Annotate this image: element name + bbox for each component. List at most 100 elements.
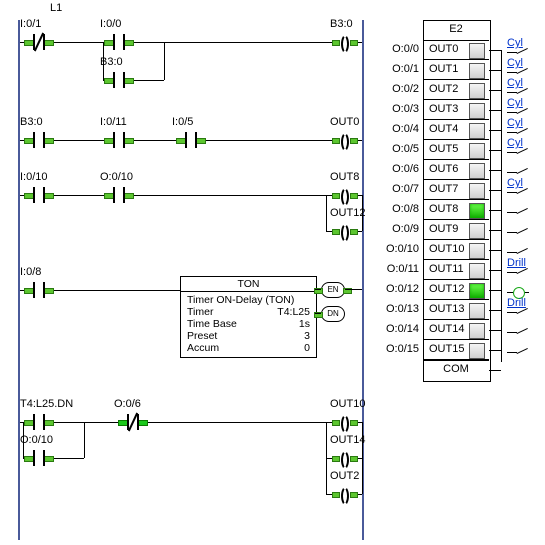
no-contact[interactable] bbox=[176, 130, 206, 150]
contact-addr: I:0/8 bbox=[20, 266, 41, 278]
contact-addr: B3:0 bbox=[100, 56, 123, 68]
device-symbol bbox=[507, 306, 529, 320]
wire bbox=[489, 150, 501, 151]
wire bbox=[501, 210, 502, 230]
wire bbox=[489, 310, 501, 311]
wire bbox=[501, 130, 502, 150]
output-addr: O:0/9 bbox=[375, 223, 419, 235]
output-row[interactable]: OUT5 bbox=[423, 140, 489, 160]
contact-addr: I:0/11 bbox=[100, 116, 127, 128]
output-coil[interactable] bbox=[332, 32, 358, 52]
output-row[interactable]: OUT7 bbox=[423, 180, 489, 200]
wire bbox=[489, 90, 501, 91]
wire bbox=[54, 140, 104, 141]
wire bbox=[489, 70, 501, 71]
output-addr: O:0/0 bbox=[375, 43, 419, 55]
output-coil[interactable] bbox=[332, 484, 358, 504]
wire bbox=[501, 110, 502, 130]
wire bbox=[501, 330, 502, 350]
output-addr: O:0/1 bbox=[375, 63, 419, 75]
wire bbox=[489, 290, 501, 291]
output-coil[interactable] bbox=[332, 185, 358, 205]
contact-addr: T4:L25.DN bbox=[20, 398, 73, 410]
nc-contact[interactable] bbox=[118, 412, 148, 432]
wire bbox=[489, 110, 501, 111]
rail-label: L1 bbox=[50, 2, 62, 14]
output-row[interactable]: OUT1 bbox=[423, 60, 489, 80]
status-lamp bbox=[469, 103, 485, 119]
wire bbox=[20, 42, 24, 43]
output-addr: O:0/12 bbox=[375, 283, 419, 295]
output-row[interactable]: OUT15 bbox=[423, 340, 489, 360]
no-contact[interactable] bbox=[104, 32, 134, 52]
output-row[interactable]: OUT10 bbox=[423, 240, 489, 260]
wire bbox=[489, 370, 501, 371]
wire bbox=[489, 350, 501, 351]
status-lamp bbox=[469, 283, 485, 299]
output-row[interactable]: OUT4 bbox=[423, 120, 489, 140]
coil-addr: OUT0 bbox=[330, 116, 359, 128]
status-lamp bbox=[469, 163, 485, 179]
wire bbox=[501, 290, 502, 310]
output-row[interactable]: OUT2 bbox=[423, 80, 489, 100]
output-row[interactable]: OUT11 bbox=[423, 260, 489, 280]
wire bbox=[84, 422, 85, 458]
contact-addr: I:0/0 bbox=[100, 18, 121, 30]
output-coil[interactable] bbox=[332, 448, 358, 468]
contact-addr: I:0/5 bbox=[172, 116, 193, 128]
output-addr: O:0/10 bbox=[375, 243, 419, 255]
no-contact[interactable] bbox=[104, 185, 134, 205]
wire bbox=[501, 190, 502, 210]
output-row[interactable]: OUT12 bbox=[423, 280, 489, 300]
no-contact[interactable] bbox=[104, 130, 134, 150]
wire bbox=[489, 190, 501, 191]
output-row[interactable]: OUT0 bbox=[423, 40, 489, 60]
status-lamp bbox=[469, 303, 485, 319]
no-contact[interactable] bbox=[24, 185, 54, 205]
no-contact[interactable] bbox=[24, 412, 54, 432]
status-lamp bbox=[469, 223, 485, 239]
nc-contact[interactable] bbox=[24, 32, 54, 52]
output-row[interactable]: OUT6 bbox=[423, 160, 489, 180]
status-lamp bbox=[469, 63, 485, 79]
output-coil[interactable] bbox=[332, 130, 358, 150]
card-title: E2 bbox=[423, 23, 489, 35]
device-symbol bbox=[507, 326, 529, 340]
wire bbox=[358, 494, 362, 495]
wire bbox=[358, 231, 362, 232]
coil-addr: B3:0 bbox=[330, 18, 353, 30]
wire bbox=[345, 289, 362, 290]
wire bbox=[358, 140, 362, 141]
wire bbox=[489, 330, 501, 331]
ton-instruction[interactable]: TONTimer ON-Delay (TON)TimerT4:L25Time B… bbox=[180, 276, 317, 358]
device-symbol bbox=[507, 206, 529, 220]
wire bbox=[20, 290, 24, 291]
status-lamp bbox=[469, 263, 485, 279]
wire bbox=[489, 230, 501, 231]
output-row[interactable]: OUT3 bbox=[423, 100, 489, 120]
output-row[interactable]: OUT9 bbox=[423, 220, 489, 240]
coil-addr: OUT14 bbox=[330, 434, 365, 446]
no-contact[interactable] bbox=[104, 70, 134, 90]
wire bbox=[501, 270, 502, 290]
no-contact[interactable] bbox=[24, 280, 54, 300]
contact-addr: O:0/10 bbox=[20, 434, 53, 446]
device-symbol bbox=[507, 186, 529, 200]
no-contact[interactable] bbox=[24, 448, 54, 468]
wire bbox=[501, 310, 502, 330]
output-addr: O:0/8 bbox=[375, 203, 419, 215]
device-symbol bbox=[507, 266, 529, 280]
wire bbox=[326, 195, 327, 231]
output-addr: O:0/7 bbox=[375, 183, 419, 195]
wire bbox=[489, 50, 501, 51]
no-contact[interactable] bbox=[24, 130, 54, 150]
wire bbox=[54, 422, 118, 423]
output-row[interactable]: OUT8 bbox=[423, 200, 489, 220]
output-coil[interactable] bbox=[332, 412, 358, 432]
output-addr: O:0/5 bbox=[375, 143, 419, 155]
output-row[interactable]: OUT14 bbox=[423, 320, 489, 340]
wire bbox=[54, 458, 84, 459]
output-row[interactable]: OUT13 bbox=[423, 300, 489, 320]
output-coil[interactable] bbox=[332, 221, 358, 241]
left-power-rail bbox=[18, 20, 20, 540]
